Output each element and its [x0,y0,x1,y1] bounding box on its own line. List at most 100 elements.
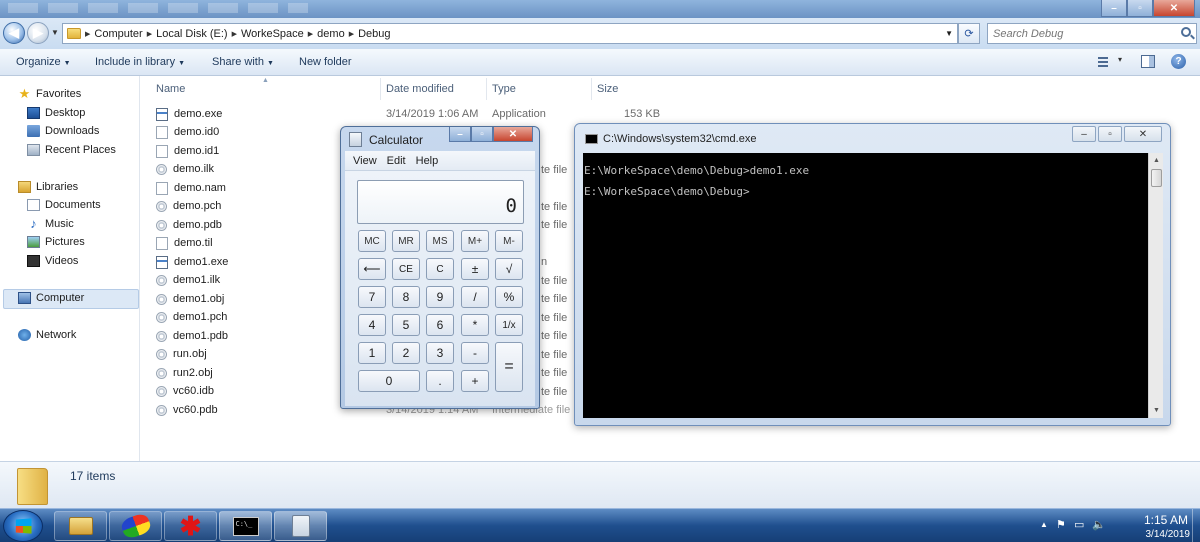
file-row[interactable]: demo1.pdb [156,327,228,345]
key-6[interactable]: 6 [426,314,454,336]
help-icon[interactable]: ? [1171,54,1186,69]
close-button[interactable]: ✕ [493,127,533,142]
nav-network[interactable]: Network [18,329,76,341]
chevron-right-icon[interactable]: ▶ [232,30,237,38]
key-9[interactable]: 9 [426,286,454,308]
new-folder-button[interactable]: New folder [299,56,352,68]
show-hidden-icons-icon[interactable]: ▲ [1040,520,1048,529]
preview-pane-icon[interactable] [1141,55,1155,68]
taskbar-explorer[interactable] [54,511,107,541]
key-plus-minus[interactable]: ± [461,258,489,280]
change-view-icon[interactable] [1092,55,1122,69]
column-header-name[interactable]: Name [156,83,185,95]
file-row[interactable]: demo.pch [156,197,221,215]
taskbar-calculator[interactable] [274,511,327,541]
share-with-button[interactable]: Share with ▼ [212,56,274,68]
key-ce[interactable]: CE [392,258,420,280]
key-plus[interactable]: + [461,370,489,392]
cmd-window[interactable]: C:\Windows\system32\cmd.exe – ▫ ✕ E:\Wor… [574,123,1171,426]
maximize-button[interactable]: ▫ [1098,126,1122,142]
file-row[interactable]: demo1.obj [156,290,224,308]
close-button[interactable]: ✕ [1153,0,1195,17]
key-m-plus[interactable]: M+ [461,230,489,252]
column-divider[interactable] [591,78,592,100]
search-box[interactable] [987,23,1197,44]
column-divider[interactable] [380,78,381,100]
address-bar[interactable]: ▶ Computer ▶ Local Disk (E:) ▶ WorkeSpac… [62,23,958,44]
file-row[interactable]: demo.pdb [156,216,222,234]
taskbar-ida[interactable]: ✱ [164,511,217,541]
file-row[interactable]: demo1.ilk [156,271,220,289]
nav-downloads[interactable]: Downloads [27,125,99,137]
column-header-type[interactable]: Type [492,83,516,95]
nav-pictures[interactable]: Pictures [27,236,85,248]
menu-edit[interactable]: Edit [387,155,406,167]
network-status-icon[interactable]: ▭ [1074,518,1084,531]
column-header-size[interactable]: Size [597,83,618,95]
nav-computer[interactable]: Computer [18,292,84,304]
chevron-right-icon[interactable]: ▶ [85,30,90,38]
key-equals[interactable]: = [495,342,523,392]
key-mr[interactable]: MR [392,230,420,252]
volume-icon[interactable]: 🔈 [1092,518,1106,531]
key-divide[interactable]: / [461,286,489,308]
column-divider[interactable] [486,78,487,100]
organize-button[interactable]: Organize ▼ [16,56,71,68]
key-1[interactable]: 1 [358,342,386,364]
key-reciprocal[interactable]: 1/x [495,314,523,336]
key-backspace[interactable]: ⟵ [358,258,386,280]
show-desktop-button[interactable] [1192,509,1200,542]
include-in-library-button[interactable]: Include in library ▼ [95,56,185,68]
key-ms[interactable]: MS [426,230,454,252]
key-c[interactable]: C [426,258,454,280]
nav-favorites[interactable]: ★ Favorites [18,87,82,100]
close-button[interactable]: ✕ [1124,126,1162,142]
breadcrumb-computer[interactable]: Computer [94,28,142,40]
file-row[interactable]: vc60.pdb [156,401,218,419]
minimize-button[interactable]: – [1101,0,1127,17]
file-row[interactable]: demo.id0 [156,123,219,141]
key-2[interactable]: 2 [392,342,420,364]
key-decimal[interactable]: . [426,370,454,392]
breadcrumb-demo[interactable]: demo [317,28,345,40]
file-row[interactable]: vc60.idb [156,382,214,400]
nav-music[interactable]: ♪ Music [27,217,73,230]
calculator-window[interactable]: Calculator – ▫ ✕ View Edit Help 0 MC MR … [340,126,540,409]
search-icon[interactable] [1181,27,1191,37]
forward-button[interactable]: ▶ [27,22,49,44]
breadcrumb-local-disk[interactable]: Local Disk (E:) [156,28,228,40]
file-row[interactable]: demo1.exe [156,253,228,271]
key-8[interactable]: 8 [392,286,420,308]
file-row[interactable]: run2.obj [156,364,213,382]
maximize-button[interactable]: ▫ [471,127,493,142]
action-center-icon[interactable]: ⚑ [1056,518,1066,531]
clock-time[interactable]: 1:15 AM [1144,513,1188,527]
key-0[interactable]: 0 [358,370,420,392]
scroll-thumb[interactable] [1151,169,1162,187]
menu-help[interactable]: Help [416,155,439,167]
key-5[interactable]: 5 [392,314,420,336]
search-input[interactable] [993,27,1173,40]
breadcrumb-workespace[interactable]: WorkeSpace [241,28,304,40]
scroll-down-icon[interactable]: ▼ [1149,403,1164,418]
key-minus[interactable]: - [461,342,489,364]
key-3[interactable]: 3 [426,342,454,364]
menu-view[interactable]: View [353,155,377,167]
clock-date[interactable]: 3/14/2019 [1146,529,1191,540]
taskbar-cmd[interactable]: C:\_ [219,511,272,541]
console-output[interactable]: E:\WorkeSpace\demo\Debug>demo1.exe E:\Wo… [583,153,1148,418]
key-sqrt[interactable]: √ [495,258,523,280]
column-header-date[interactable]: Date modified [386,83,454,95]
refresh-button[interactable]: ⟳ [958,23,980,44]
file-row[interactable]: run.obj [156,345,207,363]
file-row[interactable]: demo.til [156,234,213,252]
nav-documents[interactable]: Documents [27,199,101,211]
taskbar-visual-cpp[interactable] [109,511,162,541]
start-button[interactable] [3,510,43,542]
nav-recent-places[interactable]: Recent Places [27,144,116,156]
nav-desktop[interactable]: Desktop [27,107,85,119]
back-button[interactable]: ◀ [3,22,25,44]
file-row[interactable]: demo.id1 [156,142,219,160]
key-percent[interactable]: % [495,286,523,308]
key-multiply[interactable]: * [461,314,489,336]
